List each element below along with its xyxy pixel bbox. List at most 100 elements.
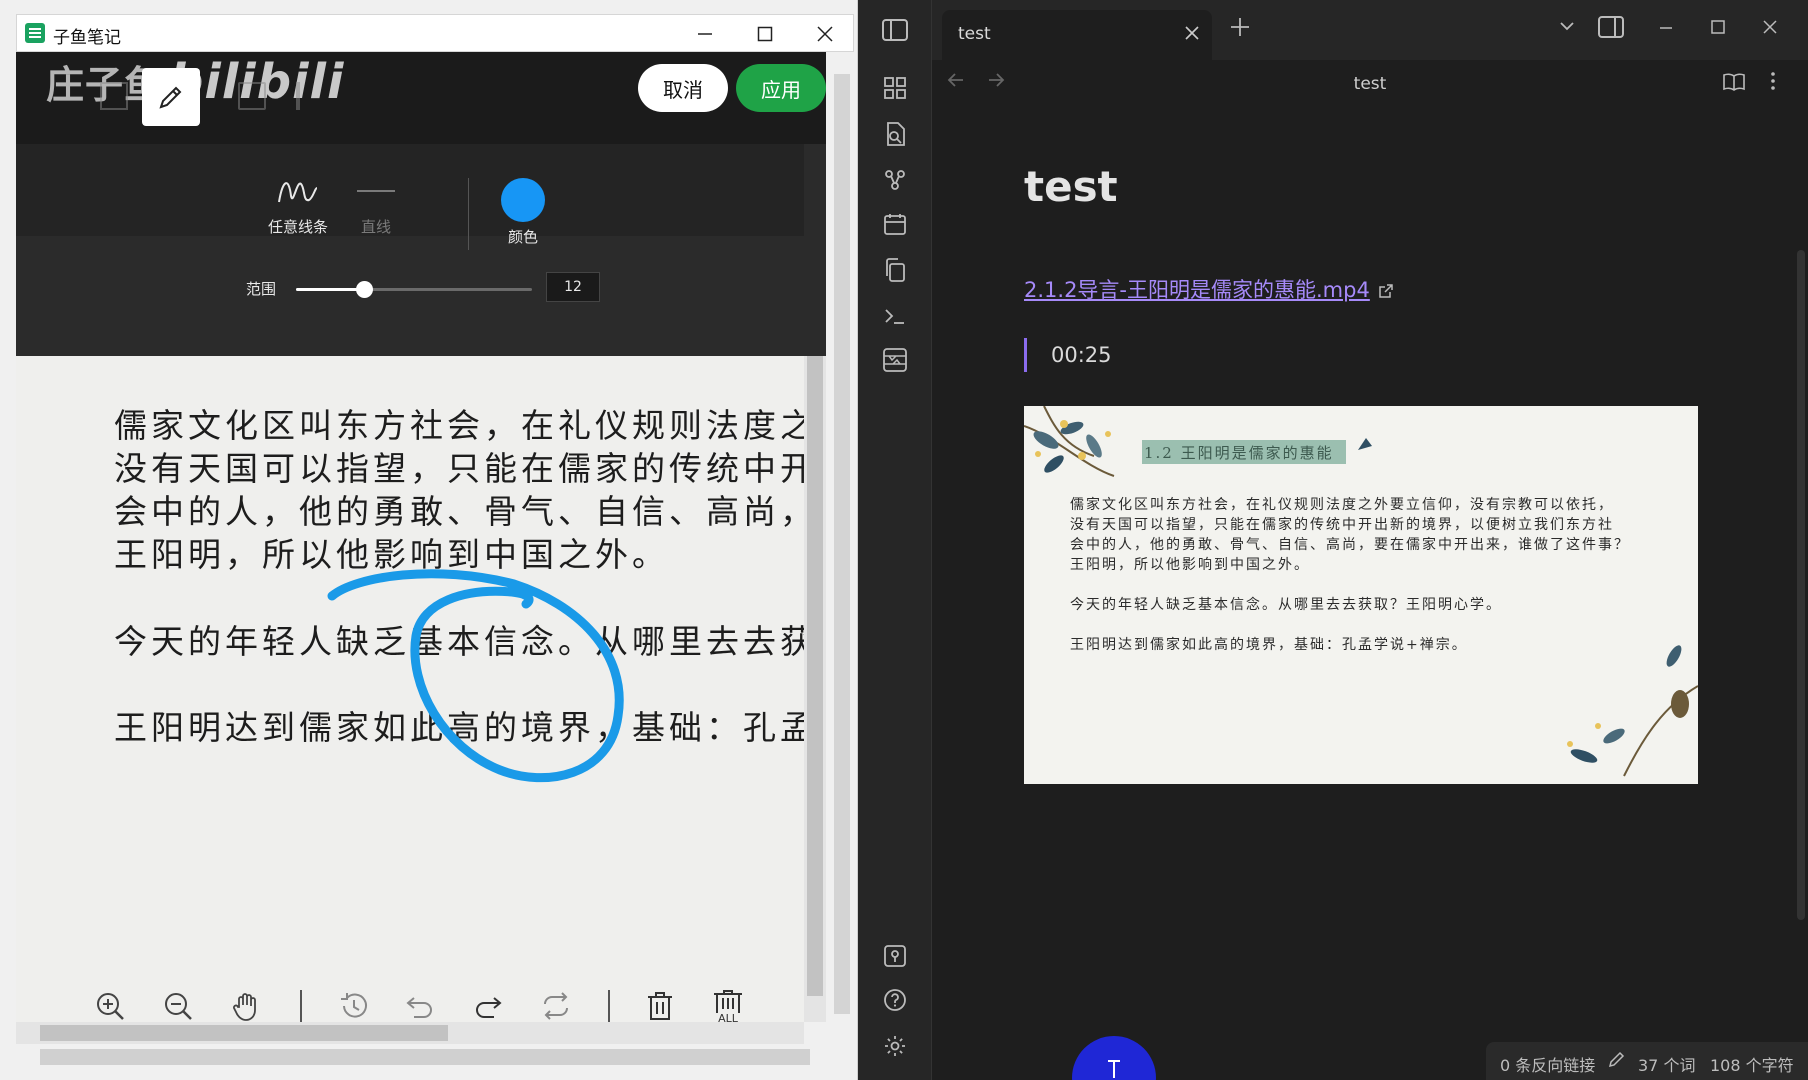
brush-freeform-label: 任意线条 xyxy=(267,218,328,236)
view-title[interactable]: test xyxy=(932,74,1808,94)
zoom-in-button[interactable] xyxy=(90,986,130,1026)
vault-icon xyxy=(884,945,906,967)
tab-title: test xyxy=(958,24,991,44)
toggle-sidebar-button[interactable] xyxy=(877,12,913,48)
window-minimize-button[interactable] xyxy=(1658,16,1674,40)
plus-icon xyxy=(1231,18,1249,36)
horizontal-scroll-thumb[interactable] xyxy=(40,1025,448,1041)
note-content[interactable]: test 2.1.2导言-王阳明是儒家的惠能.mp4 00:25 1.2 王阳明… xyxy=(932,110,1794,1040)
repeat-icon xyxy=(544,992,568,1020)
graph-view-button[interactable] xyxy=(877,162,913,198)
window-titlebar[interactable]: 子鱼笔记 xyxy=(16,14,854,52)
help-button[interactable] xyxy=(877,982,913,1018)
command-palette-button[interactable] xyxy=(877,298,913,334)
media-icon xyxy=(883,348,907,372)
slide-line: 王阳明达到儒家如此高的境界，基础：孔孟学说+禅宗。 xyxy=(1070,637,1468,653)
hand-icon xyxy=(233,993,256,1021)
copy-icon xyxy=(886,258,905,282)
canvas-vertical-scrollbar[interactable] xyxy=(804,356,826,1022)
brush-settings-panel: 任意线条 直线 颜色 范围 12 xyxy=(16,144,826,356)
canvas-horizontal-scrollbar[interactable] xyxy=(16,1022,804,1044)
document-canvas[interactable]: 儒家文化区叫东方社会，在礼仪规则法度之外 没有天国可以指望，只能在儒家的传统中开… xyxy=(16,356,804,1022)
annotation-header: 庄子鱼 bilibili 取消 应用 xyxy=(16,52,826,144)
toggle-right-sidebar-button[interactable] xyxy=(1598,16,1624,43)
history-button[interactable] xyxy=(334,986,374,1026)
history-icon xyxy=(341,993,367,1018)
obsidian-window: test test test 2.1.2导言-王阳明是儒家的惠能.mp4 00:… xyxy=(858,0,1808,1080)
color-swatch[interactable] xyxy=(501,178,545,222)
range-slider[interactable] xyxy=(296,281,532,298)
freehand-circle-annotation[interactable] xyxy=(16,356,804,1022)
tab-list-button[interactable] xyxy=(1558,16,1576,40)
gear-icon xyxy=(885,1036,905,1056)
slide-line: 会中的人，他的勇敢、骨气、自信、高尚，要在儒家中开出来，谁做了这件事？ xyxy=(1070,537,1630,553)
reading-view-button[interactable] xyxy=(1722,72,1746,98)
cancel-button[interactable]: 取消 xyxy=(638,64,728,112)
straight-line-icon xyxy=(357,190,395,192)
range-slider-thumb[interactable] xyxy=(356,281,374,298)
quick-switcher-button[interactable] xyxy=(877,70,913,106)
apply-button[interactable]: 应用 xyxy=(736,64,826,112)
view-header: test xyxy=(932,60,1808,110)
brush-freeform-option[interactable]: 任意线条 xyxy=(253,176,343,237)
window-scroll-thumb[interactable] xyxy=(834,74,850,1014)
window-maximize-button[interactable] xyxy=(1710,16,1726,40)
tab-close-button[interactable] xyxy=(1184,22,1200,47)
note-title[interactable]: test xyxy=(1024,162,1118,211)
minimize-icon xyxy=(698,33,712,35)
pen-tool-button[interactable] xyxy=(142,68,200,126)
delete-icon xyxy=(648,992,672,1020)
pencil-icon xyxy=(159,86,182,109)
window-hscroll-thumb[interactable] xyxy=(40,1049,810,1065)
window-close-button[interactable] xyxy=(1762,16,1778,40)
close-icon xyxy=(1185,26,1199,40)
brush-straight-option[interactable]: 直线 xyxy=(331,176,421,237)
search-files-button[interactable] xyxy=(877,116,913,152)
daily-note-button[interactable] xyxy=(877,206,913,242)
media-link-text[interactable]: 2.1.2导言-王阳明是儒家的惠能.mp4 xyxy=(1024,278,1370,302)
window-vertical-scrollbar[interactable] xyxy=(830,52,854,1042)
note-scrollbar[interactable] xyxy=(1794,110,1808,1040)
delete-all-icon: ALL xyxy=(714,990,742,1023)
range-value-input[interactable]: 12 xyxy=(546,272,600,302)
templates-button[interactable] xyxy=(877,252,913,288)
new-tab-button[interactable] xyxy=(1230,14,1250,44)
divider xyxy=(468,178,469,250)
maximize-icon xyxy=(1711,20,1725,34)
shape-tool-icon[interactable] xyxy=(238,82,266,110)
settings-button[interactable] xyxy=(877,1028,913,1064)
close-button[interactable] xyxy=(795,17,855,51)
text-tool-icon[interactable] xyxy=(296,82,300,110)
backlinks-count[interactable]: 0 条反向链接 xyxy=(1500,1052,1595,1076)
redo-button[interactable] xyxy=(468,986,508,1026)
slide-line: 王阳明，所以他影响到中国之外。 xyxy=(1070,557,1310,573)
zoom-in-icon xyxy=(97,993,124,1020)
timestamp-text[interactable]: 00:25 xyxy=(1051,343,1112,367)
pan-button[interactable] xyxy=(226,986,266,1026)
media-link[interactable]: 2.1.2导言-王阳明是儒家的惠能.mp4 xyxy=(1024,274,1394,304)
note-scroll-thumb[interactable] xyxy=(1797,250,1805,920)
timestamp-blockquote[interactable]: 00:25 xyxy=(1024,338,1112,372)
sidebar-toggle-icon xyxy=(882,19,908,41)
media-extended-button[interactable] xyxy=(877,342,913,378)
edit-mode-button[interactable] xyxy=(1608,1050,1626,1072)
undo-button[interactable] xyxy=(400,986,440,1026)
delete-all-button[interactable]: ALL xyxy=(708,986,748,1026)
maximize-button[interactable] xyxy=(735,17,795,51)
tab-test[interactable]: test xyxy=(942,10,1212,60)
repeat-button[interactable] xyxy=(536,986,576,1026)
zoom-out-button[interactable] xyxy=(158,986,198,1026)
crop-tool-icon[interactable] xyxy=(100,82,128,110)
char-count: 108 个字符 xyxy=(1710,1056,1794,1075)
slide-screenshot[interactable]: 1.2 王阳明是儒家的惠能 儒家文化区叫东方社会，在礼仪规则法度之外要立信仰，没… xyxy=(1024,406,1698,784)
minimize-button[interactable] xyxy=(675,17,735,51)
vault-switcher-button[interactable] xyxy=(877,938,913,974)
window-horizontal-scrollbar[interactable] xyxy=(16,1046,828,1068)
vertical-scroll-thumb[interactable] xyxy=(807,356,823,996)
book-open-icon xyxy=(1723,73,1745,91)
close-icon xyxy=(1763,20,1777,34)
more-options-button[interactable] xyxy=(1768,70,1778,98)
tab-bar: test xyxy=(932,0,1808,60)
status-bar: 0 条反向链接 37 个词 108 个字符 xyxy=(1486,1042,1808,1080)
delete-button[interactable] xyxy=(640,986,680,1026)
